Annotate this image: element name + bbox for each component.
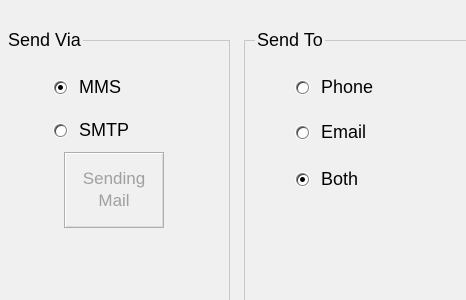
sending-mail-button[interactable]: Sending Mail bbox=[64, 152, 164, 228]
send-to-title: Send To bbox=[255, 29, 325, 51]
radio-phone[interactable]: Phone bbox=[296, 76, 373, 98]
radio-mms[interactable]: MMS bbox=[54, 76, 121, 98]
send-via-title: Send Via bbox=[8, 29, 83, 51]
sending-mail-button-label: Sending Mail bbox=[82, 169, 146, 210]
radio-smtp-indicator[interactable] bbox=[54, 123, 67, 137]
radio-mms-label: MMS bbox=[79, 77, 121, 97]
radio-both[interactable]: Both bbox=[296, 168, 358, 190]
radio-email-indicator[interactable] bbox=[296, 125, 309, 139]
radio-smtp-label: SMTP bbox=[79, 120, 130, 140]
radio-email-label: Email bbox=[321, 122, 367, 142]
radio-both-indicator[interactable] bbox=[296, 172, 309, 186]
radio-email[interactable]: Email bbox=[296, 121, 366, 143]
radio-phone-label: Phone bbox=[321, 77, 374, 97]
radio-phone-indicator[interactable] bbox=[296, 80, 309, 94]
radio-smtp[interactable]: SMTP bbox=[54, 119, 129, 141]
radio-both-label: Both bbox=[321, 169, 359, 189]
radio-mms-indicator[interactable] bbox=[54, 80, 67, 94]
